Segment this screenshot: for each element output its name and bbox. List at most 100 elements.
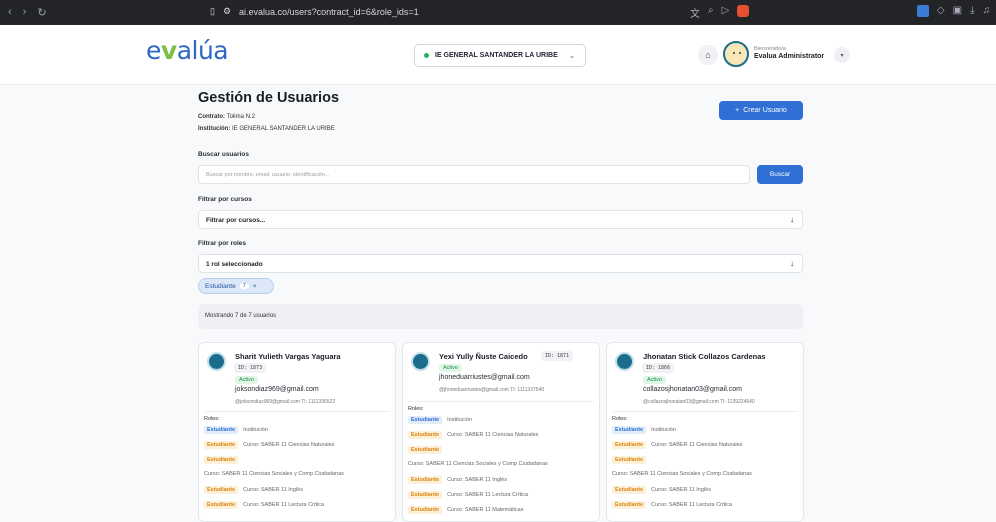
- divider: [204, 411, 390, 412]
- role-description: Curso: SABER 11 Inglés: [447, 477, 507, 483]
- share-icon[interactable]: ▷: [722, 5, 730, 20]
- role-description: Curso: SABER 11 Inglés: [651, 487, 711, 493]
- user-email: joksondiaz969@gmail.com: [235, 386, 319, 393]
- role-row: Estudiante Curso: SABER 11 Ciencias Natur…: [612, 441, 742, 449]
- role-row: Estudiante: [408, 446, 443, 454]
- search-button[interactable]: Buscar: [757, 165, 803, 184]
- download-icon[interactable]: ⤓: [970, 5, 974, 17]
- user-name: Sharit Yulieth Vargas Yaguara: [235, 352, 341, 361]
- roles-filter-label: Filtrar por roles: [198, 240, 247, 247]
- search-input[interactable]: Buscar por nombre, email, usuario, ident…: [198, 165, 750, 184]
- roles-label: Roles:: [204, 416, 220, 422]
- puzzle-icon[interactable]: ◇: [937, 5, 945, 17]
- address-bar[interactable]: ▯ ⚙ ai.evalua.co/users?contract_id=6&rol…: [210, 6, 419, 17]
- role-description: Curso: SABER 11 Ciencias Naturales: [243, 442, 335, 448]
- translate-icon[interactable]: 文: [690, 5, 700, 20]
- close-icon[interactable]: ×: [253, 283, 257, 290]
- role-row: Estudiante Institución: [612, 426, 676, 434]
- role-tag: Estudiante: [612, 456, 647, 464]
- institution-value: IE GENERAL SANTANDER LA URIBE: [232, 126, 335, 132]
- role-description: Institución: [447, 417, 472, 423]
- page-title: Gestión de Usuarios: [198, 90, 340, 106]
- role-row: Estudiante Curso: SABER 11 Inglés: [204, 486, 303, 494]
- create-user-button[interactable]: + Crear Usuario: [719, 101, 803, 120]
- role-description: Curso: SABER 11 Ciencias Naturales: [651, 442, 743, 448]
- logo-part-end: alúa: [176, 36, 229, 65]
- avatar[interactable]: [723, 41, 749, 67]
- roles-label: Roles:: [612, 416, 628, 422]
- create-user-label: Crear Usuario: [743, 107, 787, 114]
- role-chip[interactable]: Estudiante 7 ×: [198, 278, 274, 294]
- arrow-down-icon: ↓: [790, 259, 794, 268]
- extension-icon[interactable]: [916, 5, 929, 17]
- divider: [408, 401, 594, 402]
- results-summary: Mostrando 7 de 7 usuarios: [198, 304, 803, 329]
- role-row: Curso: SABER 11 Ciencias Sociales y Comp…: [204, 471, 344, 477]
- reload-icon[interactable]: ↻: [37, 6, 46, 19]
- role-tag: Estudiante: [408, 476, 443, 484]
- music-icon[interactable]: ♫: [983, 5, 991, 17]
- role-tag: Estudiante: [204, 426, 239, 434]
- roles-filter-select[interactable]: 1 rol seleccionado ↓: [198, 254, 803, 273]
- role-tag: Estudiante: [612, 501, 647, 509]
- role-tag: Estudiante: [612, 426, 647, 434]
- role-tag: Estudiante: [204, 501, 239, 509]
- courses-filter-select[interactable]: Filtrar por cursos... ↓: [198, 210, 803, 229]
- status-badge: Activo: [235, 376, 258, 384]
- role-row: Estudiante Curso: SABER 11 Ciencias Natur…: [408, 431, 538, 439]
- role-description: Curso: SABER 11 Ciencias Sociales y Comp…: [612, 471, 752, 477]
- institution-name: IE GENERAL SANTANDER LA URIBE: [435, 52, 558, 59]
- role-description: Curso: SABER 11 Inglés: [243, 487, 303, 493]
- contract-value: Tolima N.2: [226, 114, 255, 120]
- user-card[interactable]: Jhonatan Stick Collazos Cardenas ID: 186…: [606, 342, 804, 522]
- role-chip-label: Estudiante: [205, 282, 236, 290]
- address-bar-actions: 文 ⌕ ▷: [690, 5, 750, 20]
- role-row: Estudiante Institución: [204, 426, 268, 434]
- institution-label: Institución:: [198, 126, 231, 132]
- avatar: [411, 352, 430, 371]
- institution-selector[interactable]: IE GENERAL SANTANDER LA URIBE ⌄: [414, 44, 586, 67]
- courses-filter-value: Filtrar por cursos...: [206, 217, 266, 224]
- user-email: jhoneduarriustes@gmail.com: [439, 374, 530, 381]
- role-tag: Estudiante: [204, 456, 239, 464]
- site-info-icon[interactable]: ⚙: [223, 6, 231, 17]
- user-handle: @joksondiaz969@gmail.com TI: 1111336522: [235, 399, 336, 405]
- zoom-icon[interactable]: ⌕: [708, 5, 714, 20]
- contract-label: Contrato:: [198, 114, 225, 120]
- user-menu-chevron-icon[interactable]: ▾: [834, 47, 850, 63]
- role-row: Curso: SABER 11 Ciencias Sociales y Comp…: [612, 471, 752, 477]
- back-icon[interactable]: ‹: [8, 6, 12, 19]
- welcome-text: Bienvenido/a: [754, 46, 786, 52]
- user-id-badge: ID: 1873: [234, 363, 267, 373]
- role-description: Institución: [651, 427, 676, 433]
- user-name: Jhonatan Stick Collazos Cardenas: [643, 352, 766, 361]
- avatar: [207, 352, 226, 371]
- institution-info: Institución: IE GENERAL SANTANDER LA URI…: [198, 126, 335, 132]
- brave-shield-icon[interactable]: [737, 5, 750, 17]
- roles-label: Roles:: [408, 406, 424, 412]
- forward-icon[interactable]: ›: [23, 6, 27, 19]
- bookmark-icon[interactable]: ▯: [210, 6, 215, 17]
- user-card[interactable]: Sharit Yulieth Vargas Yaguara ID: 1873 A…: [198, 342, 396, 522]
- status-dot-icon: [424, 53, 429, 58]
- role-description: Curso: SABER 11 Lectura Crítica: [243, 502, 325, 508]
- user-card[interactable]: Yexi Yully Ñuste Caicedo ID: 1871 Activo…: [402, 342, 600, 522]
- role-tag: Estudiante: [408, 416, 443, 424]
- home-icon[interactable]: ⌂: [698, 45, 718, 65]
- sidebar-icon[interactable]: ▣: [953, 5, 962, 17]
- role-chip-count: 7: [239, 283, 249, 289]
- role-row: Estudiante Curso: SABER 11 Inglés: [612, 486, 711, 494]
- role-row: Curso: SABER 11 Ciencias Sociales y Comp…: [408, 461, 548, 467]
- browser-toolbar: ‹ › ↻ ▯ ⚙ ai.evalua.co/users?contract_id…: [0, 0, 996, 25]
- role-tag: Estudiante: [408, 431, 443, 439]
- app-header: evalúa IE GENERAL SANTANDER LA URIBE ⌄ ⌂…: [0, 25, 996, 85]
- evalua-logo[interactable]: evalúa: [146, 36, 229, 65]
- role-row: Estudiante Curso: SABER 11 Ciencias Natur…: [204, 441, 334, 449]
- plus-icon: +: [735, 107, 740, 114]
- roles-filter-value: 1 rol seleccionado: [206, 261, 263, 268]
- role-tag: Estudiante: [612, 486, 647, 494]
- role-description: Curso: SABER 11 Ciencias Sociales y Comp…: [408, 461, 548, 467]
- role-row: Estudiante: [612, 456, 647, 464]
- user-name: Evalua Administrator: [754, 53, 825, 60]
- divider: [612, 411, 798, 412]
